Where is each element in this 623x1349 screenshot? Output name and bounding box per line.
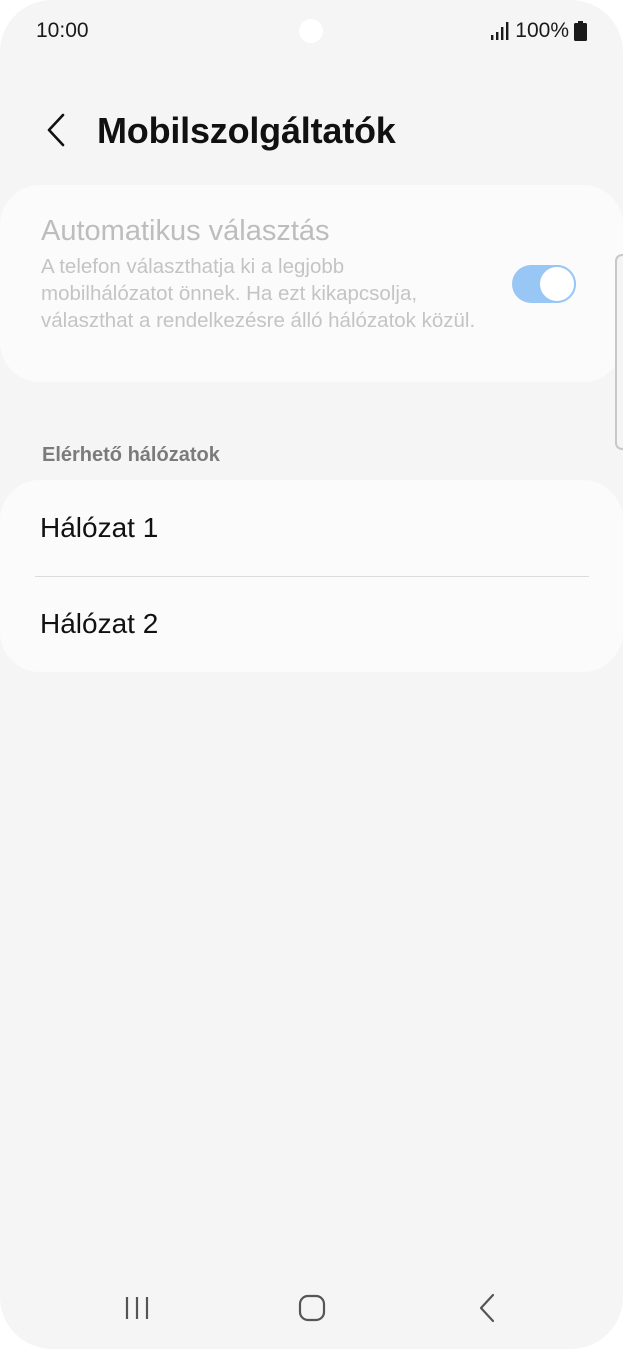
chevron-left-icon [47,113,65,147]
scrollbar[interactable] [615,254,623,450]
recents-icon [125,1297,149,1319]
network-item-2[interactable]: Hálózat 2 [0,576,623,672]
phone-screen: 10:00 100% Mobilszolgáltatók Automatikus… [0,0,623,1349]
nav-back-button[interactable] [457,1286,517,1330]
status-time: 10:00 [36,19,89,42]
section-header-networks: Elérhető hálózatok [42,444,220,466]
network-label: Hálózat 1 [40,512,159,543]
page-title: Mobilszolgáltatók [97,110,396,151]
auto-select-title: Automatikus választás [41,215,330,247]
status-bar: 10:00 100% [0,0,623,62]
camera-cutout [299,19,323,43]
battery-percent: 100% [515,19,569,42]
status-indicators: 100% [490,19,587,43]
network-label: Hálózat 2 [40,608,159,639]
battery-icon [574,21,587,41]
network-item-1[interactable]: Hálózat 1 [0,480,623,576]
home-button[interactable] [282,1286,342,1330]
navigation-bar [0,1270,623,1349]
auto-select-card[interactable]: Automatikus választás A telefon választh… [0,185,623,382]
back-icon [479,1293,495,1323]
toggle-knob [538,265,576,303]
recents-button[interactable] [108,1286,168,1330]
back-button[interactable] [34,108,78,152]
networks-card: Hálózat 1 Hálózat 2 [0,480,623,672]
home-icon [298,1294,326,1322]
auto-select-toggle[interactable] [512,265,576,303]
signal-icon [491,22,509,40]
auto-select-description: A telefon választhatja ki a legjobb mobi… [41,255,476,332]
